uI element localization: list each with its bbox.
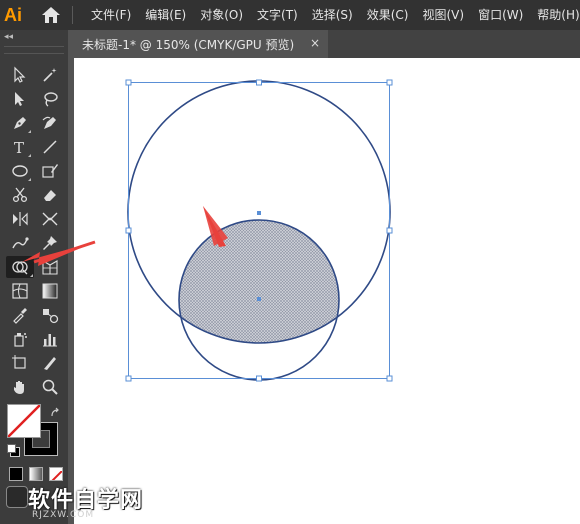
none-button[interactable] [49, 467, 63, 481]
mesh-tool[interactable] [8, 280, 32, 302]
menu-effect[interactable]: 效果(C) [360, 0, 416, 30]
reflect-tool[interactable] [8, 208, 32, 230]
swap-fill-stroke-icon[interactable] [50, 404, 62, 417]
column-graph-icon [43, 334, 57, 347]
selection-arrow-icon [14, 66, 26, 83]
mesh-icon [12, 283, 28, 299]
hand-tool[interactable] [8, 376, 32, 398]
paintbrush-icon [42, 164, 58, 178]
blend-icon [43, 309, 59, 324]
gradient-tool[interactable] [38, 280, 62, 302]
magic-wand-icon [43, 68, 57, 82]
menu-select[interactable]: 选择(S) [305, 0, 360, 30]
none-slash-icon [8, 405, 40, 437]
perspective-grid-tool[interactable] [38, 256, 62, 278]
none-slash-icon [51, 470, 62, 480]
lasso-icon [44, 92, 58, 107]
default-fill-stroke-icon[interactable] [7, 444, 20, 457]
blend-tool[interactable] [38, 304, 62, 326]
artwork [125, 79, 393, 382]
zoom-tool[interactable] [38, 376, 62, 398]
gradient-button[interactable] [29, 467, 43, 481]
scissors-tool[interactable] [8, 184, 32, 206]
watermark-subtext: RJZXW.COM [32, 510, 95, 520]
puppet-warp-tool[interactable] [8, 232, 32, 254]
curvature-tool[interactable] [38, 112, 62, 134]
line-segment-tool[interactable] [38, 136, 62, 158]
magic-wand-tool[interactable] [38, 64, 62, 86]
width-tool[interactable] [38, 208, 62, 230]
watermark-logo-icon [6, 486, 28, 508]
pin-tool[interactable] [38, 232, 62, 254]
eyedropper-tool[interactable] [8, 304, 32, 326]
shape-builder-icon [12, 261, 28, 275]
symbol-sprayer-icon [14, 333, 27, 347]
zoom-magnifier-icon [42, 379, 58, 395]
slice-knife-icon [44, 357, 56, 370]
hand-icon [14, 381, 24, 394]
type-tool[interactable]: T [8, 136, 32, 158]
eraser-icon [44, 190, 56, 201]
close-tab-icon[interactable]: × [310, 36, 320, 50]
document-title: 未标题-1* @ 150% (CMYK/GPU 预览) [82, 37, 295, 52]
menu-object[interactable]: 对象(O) [193, 0, 250, 30]
collapse-panel-button[interactable]: ◂◂ [4, 32, 13, 42]
menu-type[interactable]: 文字(T) [250, 0, 305, 30]
panel-grip[interactable] [4, 46, 64, 54]
ellipse-icon [12, 165, 28, 177]
small-circle-center-point [257, 297, 261, 301]
slice-tool[interactable] [38, 352, 62, 374]
column-graph-tool[interactable] [38, 328, 62, 350]
menu-view[interactable]: 视图(V) [415, 0, 471, 30]
document-tab[interactable]: 未标题-1* @ 150% (CMYK/GPU 预览) × [74, 30, 328, 58]
gradient-icon [42, 283, 58, 299]
artboard-tool[interactable] [8, 352, 32, 374]
line-segment-icon [43, 140, 57, 154]
curvature-pen-icon [42, 116, 56, 129]
menu-edit[interactable]: 编辑(E) [138, 0, 193, 30]
pin-icon [43, 236, 57, 250]
reflect-icon [13, 212, 28, 226]
pen-nib-icon [14, 117, 26, 129]
lasso-tool[interactable] [38, 88, 62, 110]
large-circle-center-point [257, 211, 261, 215]
menu-separator [72, 6, 73, 24]
direct-selection-icon [15, 92, 24, 106]
color-button[interactable] [9, 467, 23, 481]
svg-text:T: T [14, 139, 24, 156]
document-tab-bar: 未标题-1* @ 150% (CMYK/GPU 预览) × [74, 30, 580, 58]
pen-tool[interactable] [8, 112, 32, 134]
artboard-icon [12, 355, 26, 369]
menu-window[interactable]: 窗口(W) [471, 0, 530, 30]
home-icon[interactable] [40, 5, 62, 25]
menu-help[interactable]: 帮助(H) [530, 0, 580, 30]
menu-items: 文件(F) 编辑(E) 对象(O) 文字(T) 选择(S) 效果(C) 视图(V… [84, 0, 580, 30]
scissors-icon [12, 187, 28, 203]
selection-tool[interactable] [8, 64, 32, 86]
width-tool-icon [42, 212, 58, 226]
eraser-tool[interactable] [38, 184, 62, 206]
symbol-sprayer-tool[interactable] [8, 328, 32, 350]
menu-file[interactable]: 文件(F) [84, 0, 138, 30]
fill-swatch-front[interactable] [7, 404, 41, 438]
puppet-warp-icon [12, 237, 29, 249]
shape-builder-tool[interactable] [6, 256, 34, 278]
app-logo: Ai [4, 5, 22, 25]
tools-panel: ◂◂ T [0, 30, 68, 524]
menu-bar: Ai 文件(F) 编辑(E) 对象(O) 文字(T) 选择(S) 效果(C) 视… [0, 0, 580, 30]
direct-selection-tool[interactable] [8, 88, 32, 110]
eyedropper-icon [13, 308, 27, 324]
watermark: 软件自学网 RJZXW.COM [6, 482, 176, 522]
paintbrush-tool[interactable] [38, 160, 62, 182]
ellipse-tool[interactable] [8, 160, 32, 182]
type-t-icon: T [14, 139, 24, 156]
artboard-canvas[interactable] [74, 58, 580, 524]
perspective-grid-icon [42, 260, 58, 275]
